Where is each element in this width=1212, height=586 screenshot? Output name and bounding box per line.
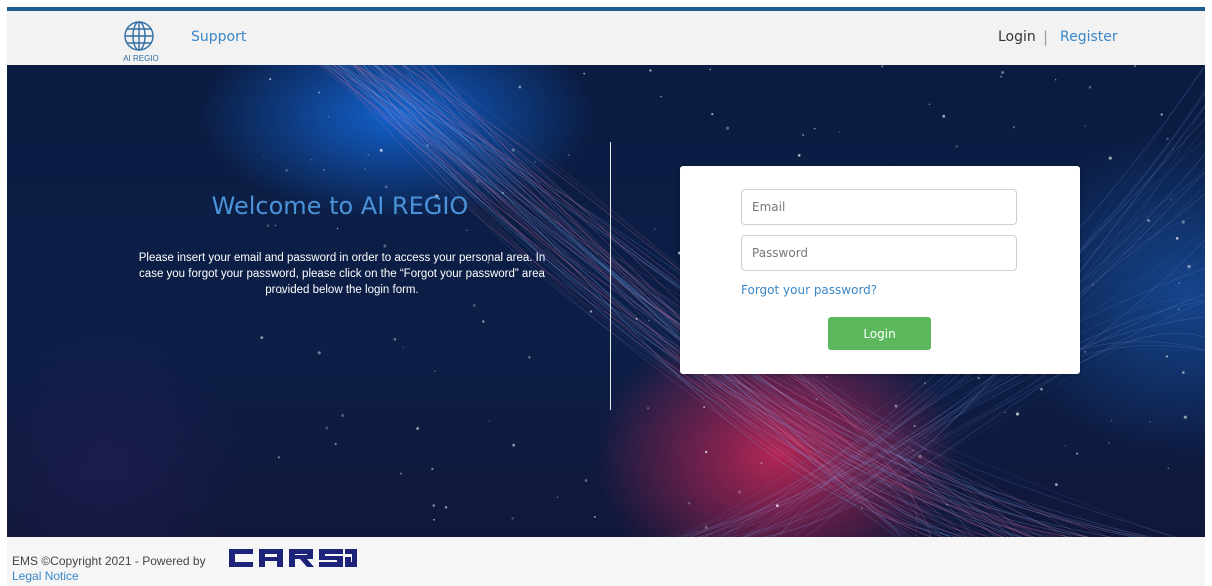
welcome-description: Please insert your email and password in…	[138, 252, 546, 296]
login-button[interactable]: Login	[828, 317, 931, 350]
copyright-text: EMS ©Copyright 2021 - Powered by	[12, 554, 206, 568]
email-field[interactable]	[741, 189, 1017, 225]
welcome-heading: Welcome to AI REGIO	[211, 192, 469, 220]
logo-text: AI REGIO	[123, 54, 159, 63]
login-form-card: Forgot your password? Login	[680, 166, 1080, 374]
hero-section: Welcome to AI REGIO Please insert your e…	[7, 65, 1205, 537]
login-link[interactable]: Login	[998, 29, 1036, 45]
register-link[interactable]: Register	[1060, 29, 1118, 45]
top-navbar: AI REGIO Support Login | Register	[7, 7, 1205, 65]
legal-notice-link[interactable]: Legal Notice	[12, 569, 79, 583]
nav-separator: |	[1043, 28, 1049, 46]
password-field[interactable]	[741, 235, 1017, 271]
ai-regio-logo[interactable]: AI REGIO	[117, 20, 167, 68]
vertical-divider	[610, 142, 611, 410]
carsa-logo[interactable]	[227, 547, 357, 569]
support-link[interactable]: Support	[191, 29, 246, 45]
forgot-password-link[interactable]: Forgot your password?	[741, 283, 877, 297]
footer: EMS ©Copyright 2021 - Powered by Legal N…	[7, 537, 1205, 586]
globe-icon	[124, 21, 154, 51]
